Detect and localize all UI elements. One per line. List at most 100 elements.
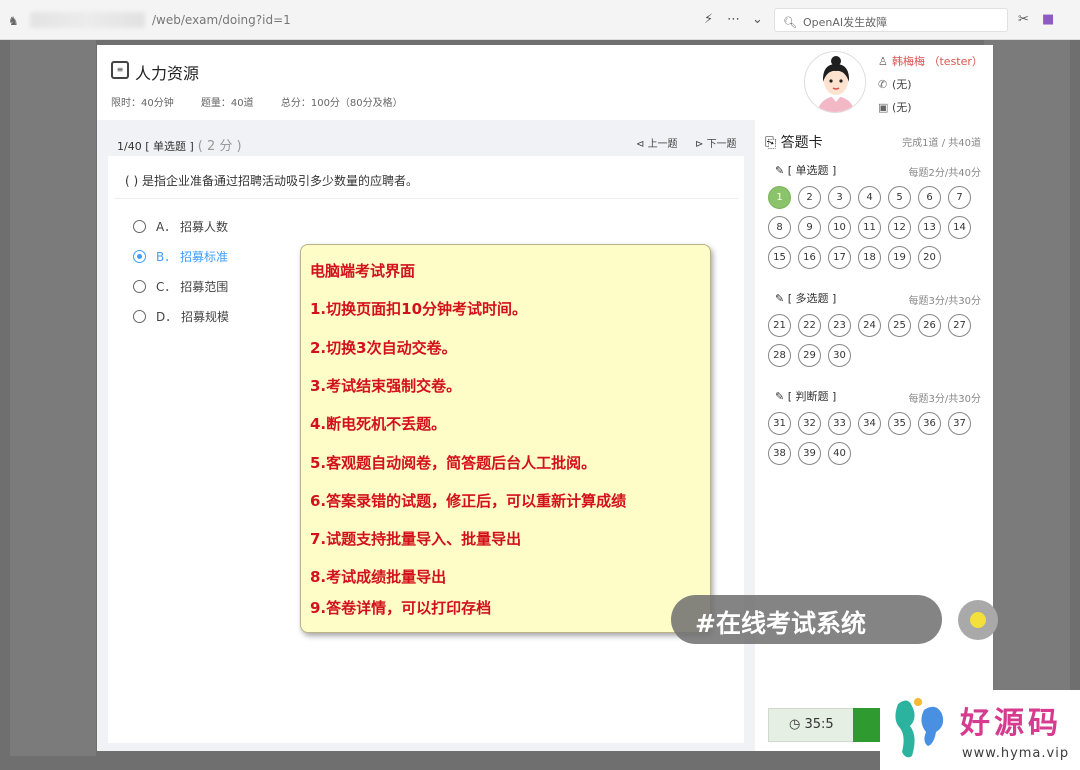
- search-icon: 🔍︎: [783, 16, 797, 29]
- question-nav-4[interactable]: 4: [858, 186, 881, 209]
- question-nav-35[interactable]: 35: [888, 412, 911, 435]
- question-nav-30[interactable]: 30: [828, 344, 851, 367]
- right-margin: [984, 40, 1070, 756]
- question-nav-38[interactable]: 38: [768, 442, 791, 465]
- question-nav-5[interactable]: 5: [888, 186, 911, 209]
- radio-icon[interactable]: [133, 310, 146, 323]
- question-nav-19[interactable]: 19: [888, 246, 911, 269]
- question-nav-23[interactable]: 23: [828, 314, 851, 337]
- question-nav-25[interactable]: 25: [888, 314, 911, 337]
- question-nav-10[interactable]: 10: [828, 216, 851, 239]
- question-header: 1/40 [ 单选题 ]( 2 分 ) ⊲ 上一题 ⊳ 下一题: [108, 128, 744, 156]
- question-nav-9[interactable]: 9: [798, 216, 821, 239]
- feature-note: 电脑端考试界面 1.切换页面扣10分钟考试时间。 2.切换3次自动交卷。 3.考…: [300, 244, 711, 633]
- prev-question-button[interactable]: ⊲ 上一题: [636, 135, 678, 150]
- note-line: 6.答案录错的试题，修正后，可以重新计算成绩: [310, 492, 627, 510]
- lightning-icon[interactable]: ⚡: [704, 12, 713, 27]
- question-nav-6[interactable]: 6: [918, 186, 941, 209]
- option-d[interactable]: D． 招募规模: [133, 308, 229, 325]
- site-icon[interactable]: ♞: [8, 14, 19, 28]
- answer-card-icon: ⎘: [765, 135, 781, 151]
- question-nav-29[interactable]: 29: [798, 344, 821, 367]
- question-nav-24[interactable]: 24: [858, 314, 881, 337]
- chevron-down-icon[interactable]: ⌄: [752, 12, 763, 27]
- question-nav-26[interactable]: 26: [918, 314, 941, 337]
- cut-icon[interactable]: ✂: [1018, 12, 1029, 27]
- id-value: (无): [892, 101, 912, 114]
- question-nav-8[interactable]: 8: [768, 216, 791, 239]
- question-nav-16[interactable]: 16: [798, 246, 821, 269]
- question-nav-17[interactable]: 17: [828, 246, 851, 269]
- phone-value: (无): [892, 78, 912, 91]
- id-row: ▣ (无): [878, 99, 983, 115]
- question-index: 1/40 [ 单选题 ]: [117, 140, 194, 153]
- search-box[interactable]: 🔍︎ OpenAI发生故障: [774, 8, 1008, 32]
- exam-title: 人力资源: [135, 64, 200, 83]
- timer-value: 35:5: [804, 717, 834, 732]
- question-text: ( ) 是指企业准备通过招聘活动吸引多少数量的应聘者。: [125, 174, 418, 188]
- radio-icon[interactable]: [133, 280, 146, 293]
- question-nav-32[interactable]: 32: [798, 412, 821, 435]
- user-icon: ♙: [878, 55, 888, 68]
- watermark-logo-icon: [895, 698, 944, 758]
- record-indicator: [958, 600, 998, 640]
- extension-icon[interactable]: ■: [1042, 12, 1054, 27]
- option-a[interactable]: A． 招募人数: [133, 218, 228, 235]
- id-card-icon: ▣: [878, 101, 889, 114]
- note-line: 3.考试结束强制交卷。: [310, 377, 462, 395]
- note-line: 7.试题支持批量导入、批量导出: [310, 530, 522, 548]
- option-label: D． 招募规模: [156, 310, 230, 324]
- question-nav-2[interactable]: 2: [798, 186, 821, 209]
- option-c[interactable]: C． 招募范围: [133, 278, 228, 295]
- next-question-button[interactable]: ⊳ 下一题: [695, 135, 737, 150]
- browser-toolbar: ♞ /web/exam/doing?id=1 ⚡ ⋯ ⌄ 🔍︎ OpenAI发生故…: [0, 0, 1080, 40]
- question-nav-37[interactable]: 37: [948, 412, 971, 435]
- question-nav-1[interactable]: 1: [768, 186, 791, 209]
- option-label: B． 招募标准: [156, 250, 229, 264]
- option-b[interactable]: B． 招募标准: [133, 248, 228, 265]
- question-nav-39[interactable]: 39: [798, 442, 821, 465]
- answer-card-label: 答题卡: [780, 135, 823, 151]
- question-nav-7[interactable]: 7: [948, 186, 971, 209]
- watermark: 好源码 www.hyma.vip: [880, 690, 1080, 770]
- question-nav-18[interactable]: 18: [858, 246, 881, 269]
- note-line: 2.切换3次自动交卷。: [310, 339, 457, 357]
- question-nav-28[interactable]: 28: [768, 344, 791, 367]
- more-icon[interactable]: ⋯: [727, 12, 740, 27]
- question-nav-12[interactable]: 12: [888, 216, 911, 239]
- question-nav-11[interactable]: 11: [858, 216, 881, 239]
- pin-icon: ✎: [775, 164, 788, 177]
- question-nav-36[interactable]: 36: [918, 412, 941, 435]
- question-nav-34[interactable]: 34: [858, 412, 881, 435]
- section-judge-rule: 每题3分/共30分: [908, 394, 981, 405]
- section-label: [ 判断题 ]: [787, 390, 837, 403]
- question-nav-21[interactable]: 21: [768, 314, 791, 337]
- question-nav-27[interactable]: 27: [948, 314, 971, 337]
- question-nav-15[interactable]: 15: [768, 246, 791, 269]
- question-number: 1/40 [ 单选题 ]( 2 分 ): [117, 135, 242, 154]
- user-info: ♙ 韩梅梅 （tester） ✆ (无) ▣ (无): [878, 53, 983, 122]
- question-nav-13[interactable]: 13: [918, 216, 941, 239]
- answer-card: ⎘ 答题卡 完成1道 / 共40道 ✎ [ 单选题 ] 每题2分/共40分 12…: [755, 120, 993, 751]
- question-nav-22[interactable]: 22: [798, 314, 821, 337]
- time-limit: 限时：40分钟: [111, 98, 174, 109]
- radio-icon[interactable]: [133, 220, 146, 233]
- option-label: C． 招募范围: [156, 280, 229, 294]
- prev-icon: ⊲: [636, 139, 648, 150]
- exam-header: ≡ 人力资源 限时：40分钟 题量：40道 总分：100分（80分及格） ♙ 韩梅…: [97, 45, 993, 120]
- section-label: [ 单选题 ]: [787, 164, 837, 177]
- question-count: 题量：40道: [200, 98, 254, 109]
- question-nav-3[interactable]: 3: [828, 186, 851, 209]
- submit-button[interactable]: [853, 708, 883, 742]
- question-nav-40[interactable]: 40: [828, 442, 851, 465]
- answer-progress: 完成1道 / 共40道: [902, 138, 981, 149]
- radio-icon[interactable]: [133, 250, 146, 263]
- phone-row: ✆ (无): [878, 76, 983, 92]
- note-line: 5.客观题自动阅卷，简答题后台人工批阅。: [310, 454, 597, 472]
- question-nav-33[interactable]: 33: [828, 412, 851, 435]
- phone-icon: ✆: [878, 78, 888, 91]
- question-nav-14[interactable]: 14: [948, 216, 971, 239]
- address-bar-url[interactable]: /web/exam/doing?id=1: [152, 13, 291, 27]
- question-nav-31[interactable]: 31: [768, 412, 791, 435]
- question-nav-20[interactable]: 20: [918, 246, 941, 269]
